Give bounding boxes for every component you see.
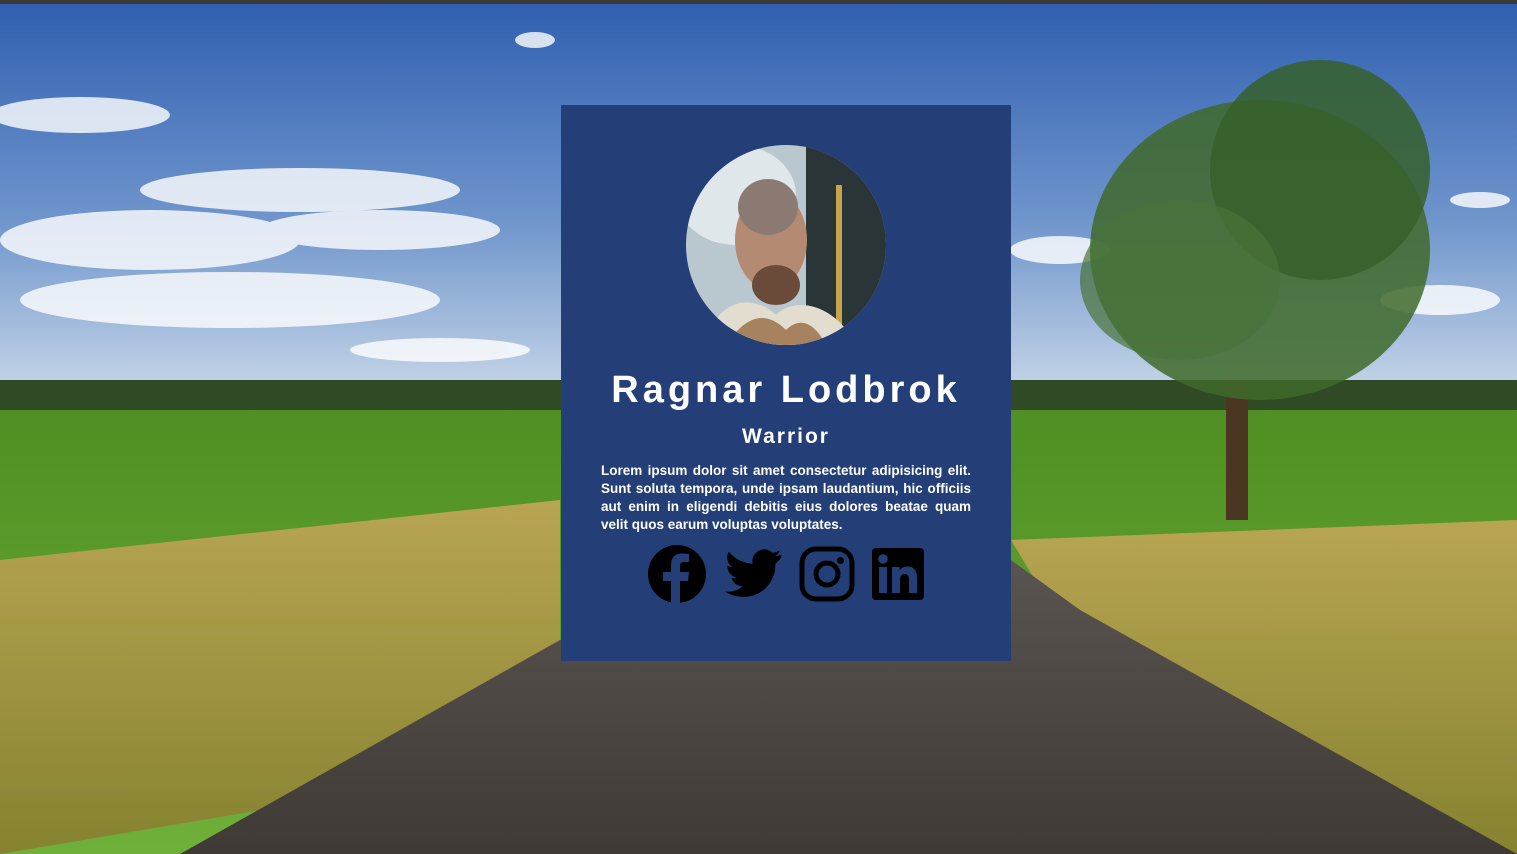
linkedin-link[interactable]	[871, 547, 925, 606]
facebook-icon	[648, 544, 706, 604]
profile-name: Ragnar Lodbrok	[611, 369, 961, 411]
linkedin-icon	[872, 547, 924, 600]
profile-avatar	[686, 145, 886, 345]
avatar-portrait-image	[686, 145, 886, 345]
twitter-icon	[724, 548, 782, 597]
instagram-link[interactable]	[799, 546, 855, 607]
twitter-link[interactable]	[723, 544, 783, 609]
profile-bio: Lorem ipsum dolor sit amet consectetur a…	[601, 463, 971, 532]
instagram-icon	[799, 546, 855, 601]
profile-card: Ragnar Lodbrok Warrior Lorem ipsum dolor…	[561, 105, 1011, 661]
social-links	[561, 544, 1011, 609]
facebook-link[interactable]	[647, 544, 707, 609]
profile-role: Warrior	[742, 425, 830, 448]
browser-top-bar	[0, 0, 1517, 4]
